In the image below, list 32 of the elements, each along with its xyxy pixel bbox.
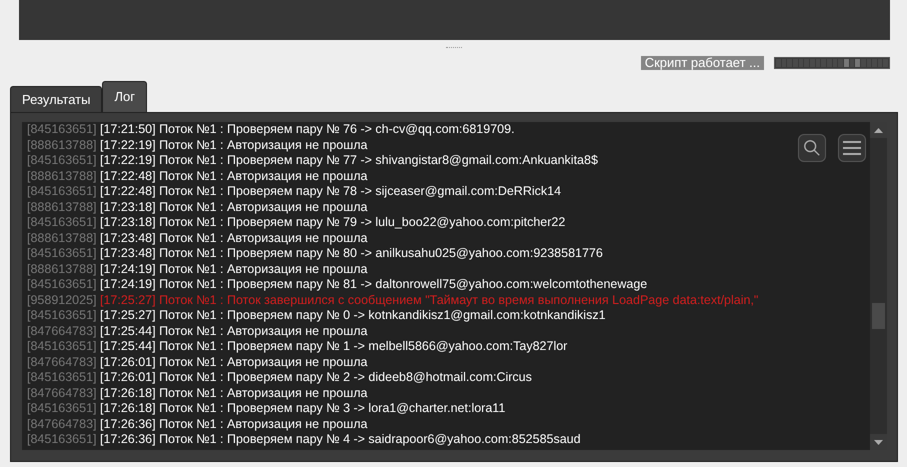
log-line: [888613788] [17:23:48] Поток №1 : Авторизация не прошла bbox=[27, 230, 368, 246]
log-line: [847664783] [17:26:01] Поток №1 : Авторизация не прошла bbox=[27, 354, 368, 370]
log-line: [845163651] [17:25:44] Поток №1 : Проверяем пару № 1 -> melbell5866@yahoo.com:Tay827lor bbox=[27, 339, 568, 354]
tab[interactable]: Лог bbox=[102, 81, 147, 112]
log-line: [845163651] [17:22:19] Поток №1 : Проверяем пару № 77 -> shivangistar8@gmail.com:Ankuankita8$ bbox=[27, 153, 598, 168]
splitter-handle[interactable] bbox=[446, 46, 462, 50]
log-line: [845163651] [17:21:50] Поток №1 : Проверяем пару № 76 -> ch-cv@qq.com:6819709. bbox=[27, 122, 515, 138]
scroll-thumb[interactable] bbox=[872, 303, 885, 329]
status-text: Скрипт работает ... bbox=[640, 56, 764, 70]
scroll-up-icon[interactable] bbox=[874, 128, 883, 132]
search-icon bbox=[803, 138, 821, 158]
search-button[interactable] bbox=[798, 134, 826, 162]
log-line: [888613788] [17:23:18] Поток №1 : Авторизация не прошла bbox=[27, 200, 368, 215]
log-line: [845163651] [17:23:48] Поток №1 : Проверяем пару № 80 -> anilkusahu025@yahoo.com:9238581776 bbox=[27, 246, 603, 262]
log-line: [845163651] [17:23:18] Поток №1 : Проверяем пару № 79 -> lulu_boo22@yahoo.com:pitcher22 bbox=[27, 215, 566, 230]
menu-button[interactable] bbox=[838, 134, 866, 162]
log-line: [958912025] [17:25:27] Поток №1 : Поток завершился с сообщением "Таймаут во время выполнения LoadPage data:text/plain," bbox=[27, 292, 758, 308]
log-line: [888613788] [17:24:19] Поток №1 : Авторизация не прошла bbox=[27, 262, 368, 277]
log-line: [845163651] [17:22:48] Поток №1 : Проверяем пару № 78 -> sijceaser@gmail.com:DeRRick14 bbox=[27, 184, 562, 200]
tab[interactable]: Результаты bbox=[10, 86, 102, 112]
scroll-down-icon[interactable] bbox=[874, 440, 883, 444]
log-line: [845163651] [17:26:01] Поток №1 : Проверяем пару № 2 -> dideeb8@hotmail.com:Circus bbox=[27, 370, 532, 386]
log-line: [847664783] [17:26:36] Поток №1 : Авторизация не прошла bbox=[27, 416, 368, 432]
log-line: [845163651] [17:26:36] Поток №1 : Проверяем пару № 4 -> saidrapoor6@yahoo.com:852585saud bbox=[27, 432, 581, 448]
log-line: [888613788] [17:22:19] Поток №1 : Авторизация не прошла bbox=[27, 138, 368, 153]
log-line: [847664783] [17:26:18] Поток №1 : Авторизация не прошла bbox=[27, 386, 368, 401]
log-line: [847664783] [17:25:44] Поток №1 : Авторизация не прошла bbox=[27, 324, 368, 339]
log-line: [845163651] [17:25:27] Поток №1 : Проверяем пару № 0 -> kotnkandikisz1@gmail.com:kotnkandikisz1 bbox=[27, 308, 606, 324]
log-line: [845163651] [17:26:18] Поток №1 : Проверяем пару № 3 -> lora1@charter.net:lora11 bbox=[27, 401, 506, 416]
menu-icon bbox=[843, 141, 861, 155]
log-line: [888613788] [17:22:48] Поток №1 : Авторизация не прошла bbox=[27, 168, 368, 184]
log-line: [845163651] [17:24:19] Поток №1 : Проверяем пару № 81 -> daltonrowell75@yahoo.com:welcomtothenewage bbox=[27, 277, 648, 292]
